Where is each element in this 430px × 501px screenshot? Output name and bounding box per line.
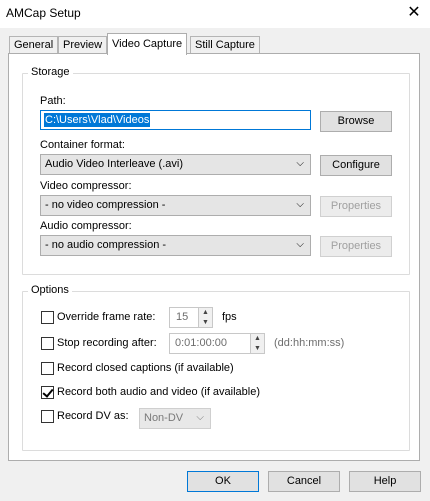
chevron-down-icon: ⌵ — [296, 158, 304, 169]
stop-recording-label: Stop recording after: — [57, 337, 157, 349]
options-group-label: Options — [28, 284, 72, 296]
spin-down-icon[interactable]: ▼ — [199, 318, 212, 327]
override-frame-rate-label: Override frame rate: — [57, 311, 156, 323]
window-title: AMCap Setup — [6, 6, 81, 20]
stop-time-spinner[interactable]: ▲ ▼ — [250, 333, 265, 354]
video-compressor-label: Video compressor: — [40, 180, 132, 192]
storage-group-label: Storage — [28, 66, 73, 78]
browse-button[interactable]: Browse — [320, 111, 392, 132]
closed-captions-checkbox[interactable] — [41, 362, 54, 375]
chevron-down-icon: ⌵ — [296, 199, 304, 210]
container-format-value: Audio Video Interleave (.avi) — [45, 158, 183, 170]
audio-compressor-select[interactable]: - no audio compression - ⌵ — [40, 235, 311, 256]
tab-preview[interactable]: Preview — [58, 36, 108, 54]
spin-down-icon[interactable]: ▼ — [251, 344, 264, 353]
fps-label: fps — [222, 311, 237, 323]
record-audio-video-label: Record both audio and video (if availabl… — [57, 386, 261, 398]
path-label: Path: — [40, 95, 66, 107]
frame-rate-value: 15 — [176, 311, 189, 323]
chevron-down-icon: ⌵ — [296, 239, 304, 250]
audio-properties-button[interactable]: Properties — [320, 236, 392, 257]
video-compressor-value: - no video compression - — [45, 199, 166, 211]
video-properties-button[interactable]: Properties — [320, 196, 392, 217]
audio-compressor-value: - no audio compression - — [45, 239, 167, 251]
stop-time-input[interactable]: 0:01:00:00 — [169, 333, 251, 354]
record-dv-label: Record DV as: — [57, 410, 129, 422]
record-audio-video-checkbox[interactable] — [41, 386, 54, 399]
ok-button[interactable]: OK — [187, 471, 259, 492]
chevron-down-icon: ⌵ — [196, 412, 204, 423]
stop-time-value: 0:01:00:00 — [175, 337, 227, 349]
path-value: C:\Users\Vlad\Videos — [44, 113, 151, 127]
frame-rate-input[interactable]: 15 — [169, 307, 199, 328]
closed-captions-label: Record closed captions (if available) — [57, 362, 234, 374]
frame-rate-spinner[interactable]: ▲ ▼ — [198, 307, 213, 328]
cancel-button[interactable]: Cancel — [268, 471, 340, 492]
tab-general[interactable]: General — [9, 36, 59, 54]
path-input[interactable]: C:\Users\Vlad\Videos — [40, 110, 311, 130]
tab-still-capture[interactable]: Still Capture — [190, 36, 260, 54]
close-icon[interactable]: ✕ — [403, 3, 425, 23]
help-button[interactable]: Help — [349, 471, 421, 492]
audio-compressor-label: Audio compressor: — [40, 220, 132, 232]
container-format-select[interactable]: Audio Video Interleave (.avi) ⌵ — [40, 154, 311, 175]
record-dv-select[interactable]: Non-DV ⌵ — [139, 408, 211, 429]
video-compressor-select[interactable]: - no video compression - ⌵ — [40, 195, 311, 216]
stop-recording-checkbox[interactable] — [41, 337, 54, 350]
spin-up-icon[interactable]: ▲ — [251, 334, 264, 344]
record-dv-value: Non-DV — [144, 412, 184, 424]
spin-up-icon[interactable]: ▲ — [199, 308, 212, 318]
override-frame-rate-checkbox[interactable] — [41, 311, 54, 324]
stop-time-format-label: (dd:hh:mm:ss) — [274, 337, 345, 349]
container-format-label: Container format: — [40, 139, 125, 151]
configure-button[interactable]: Configure — [320, 155, 392, 176]
record-dv-checkbox[interactable] — [41, 410, 54, 423]
tab-video-capture[interactable]: Video Capture — [107, 33, 188, 55]
